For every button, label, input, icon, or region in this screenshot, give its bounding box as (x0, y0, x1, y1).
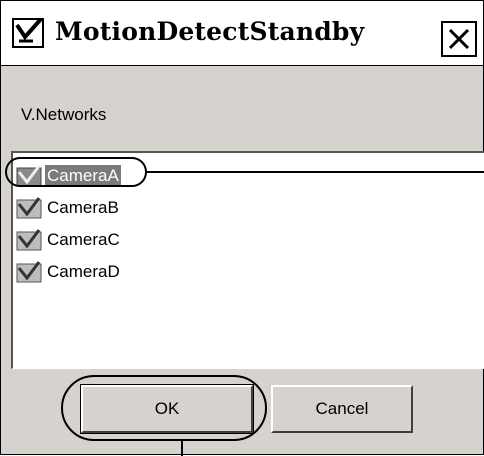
camera-icon (16, 197, 42, 219)
camera-icon (16, 229, 42, 251)
window-title: MotionDetectStandby (55, 17, 365, 46)
list-item-camera-c[interactable]: CameraC (15, 225, 315, 255)
section-label: V.Networks (21, 105, 107, 124)
camera-label: CameraC (47, 230, 120, 249)
dialog-window: MotionDetectStandby V.Networks CameraA C… (0, 0, 484, 456)
callout-line-camera-a (147, 171, 484, 173)
close-icon (448, 28, 470, 50)
callout-oval-ok (61, 375, 267, 441)
close-button[interactable] (441, 21, 477, 57)
app-icon (12, 17, 44, 48)
cancel-button[interactable]: Cancel (271, 385, 413, 433)
title-bar: MotionDetectStandby (1, 1, 483, 66)
callout-oval-camera-a (5, 157, 147, 187)
list-item-camera-d[interactable]: CameraD (15, 257, 315, 287)
callout-line-ok (181, 441, 183, 456)
camera-icon (16, 261, 42, 283)
camera-label: CameraD (47, 262, 120, 281)
camera-label: CameraB (47, 198, 119, 217)
list-item-camera-b[interactable]: CameraB (15, 193, 315, 223)
